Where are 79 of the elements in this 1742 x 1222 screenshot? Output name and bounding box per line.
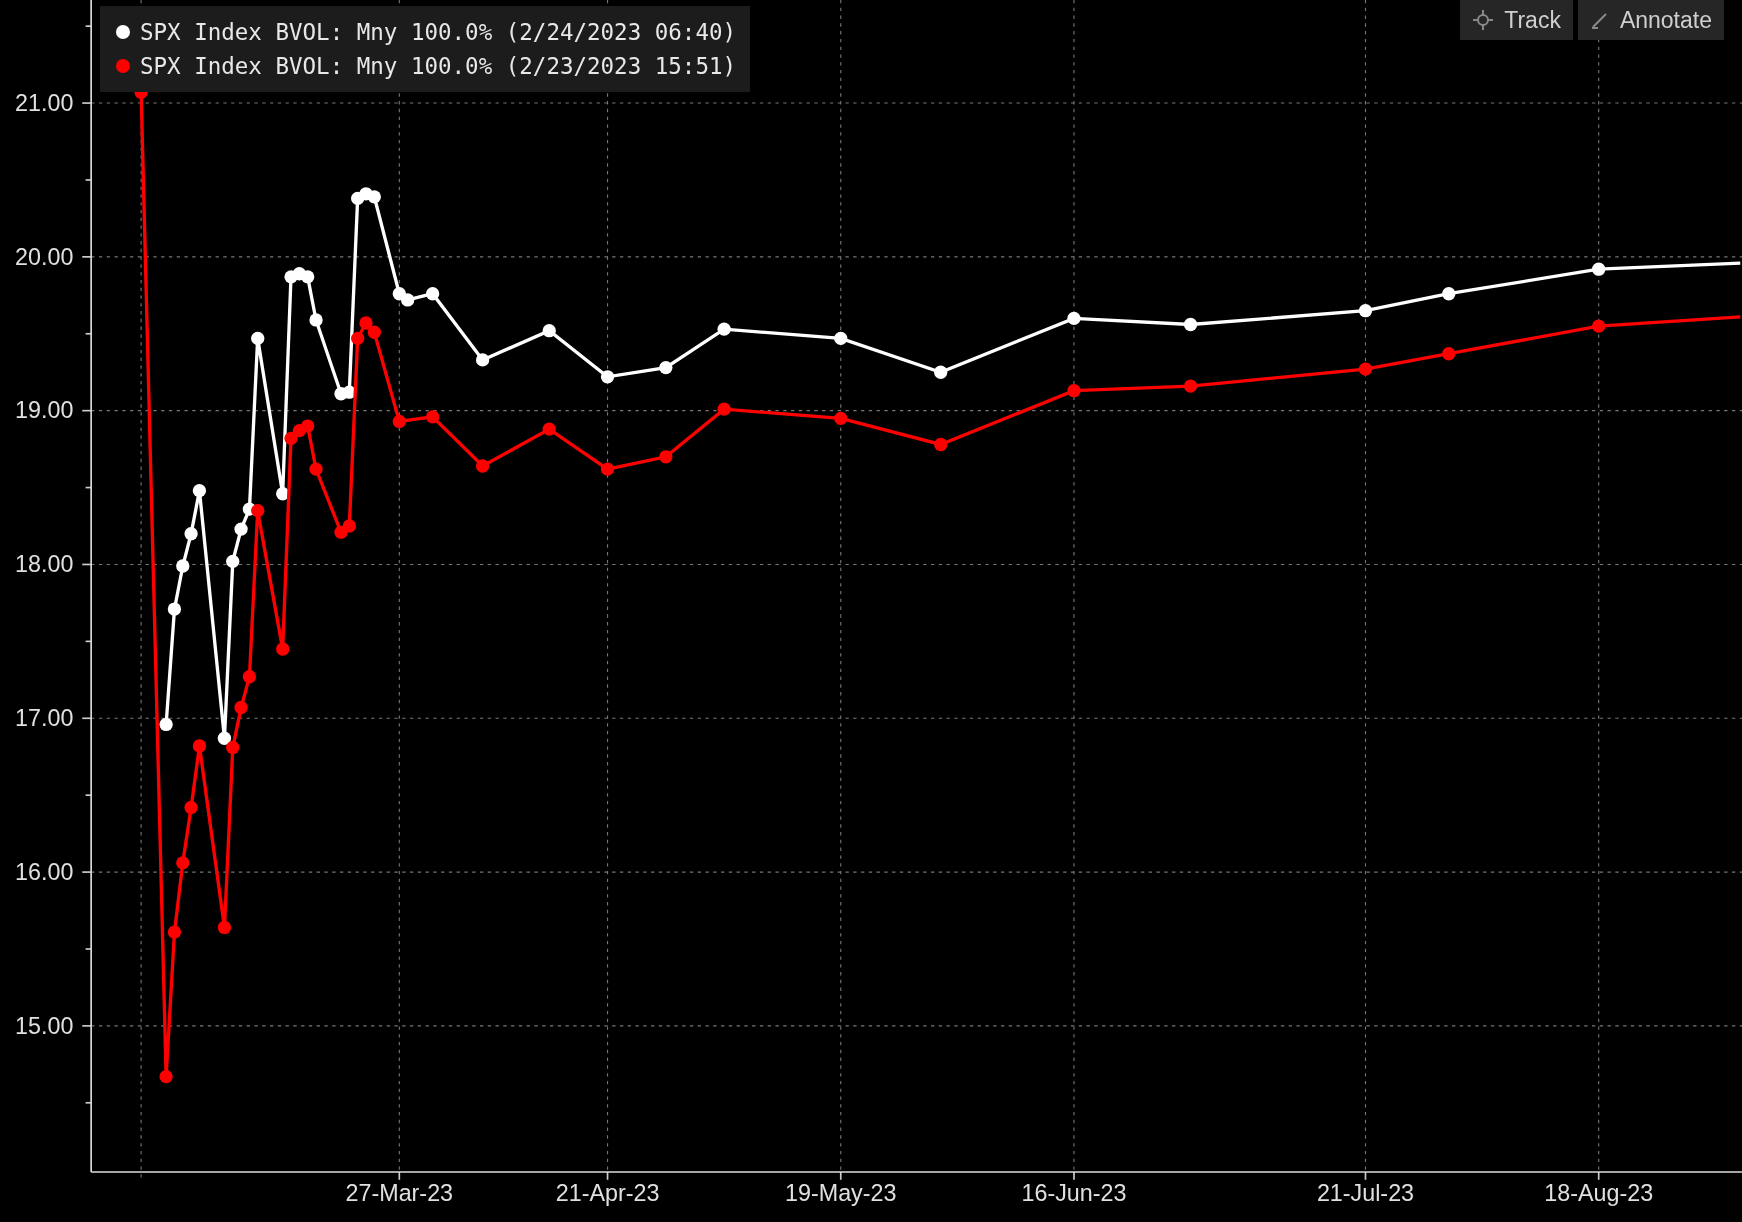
data-point (1183, 317, 1198, 332)
data-point (934, 365, 948, 379)
data-point (226, 554, 240, 569)
data-point (176, 559, 190, 573)
data-point (284, 431, 298, 445)
y-axis-label: 15.00 (15, 1012, 74, 1039)
data-point (359, 316, 373, 330)
data-point (251, 331, 265, 346)
data-point (934, 437, 948, 452)
data-point (367, 190, 381, 204)
legend-label: SPX Index BVOL: Mny 100.0% (2/23/2023 15:51) (140, 52, 737, 81)
data-point (425, 287, 440, 301)
data-point (1067, 311, 1081, 326)
data-point (309, 313, 323, 327)
data-point (600, 370, 615, 384)
data-point (301, 270, 315, 284)
data-point (1358, 362, 1373, 376)
data-point (159, 717, 173, 732)
data-point (1592, 319, 1606, 333)
pencil-icon (1589, 10, 1610, 30)
y-axis-label: 21.00 (15, 89, 74, 116)
data-point (392, 414, 406, 429)
data-point (475, 353, 490, 367)
track-button[interactable]: Track (1460, 0, 1573, 40)
y-axis-label: 20.00 (15, 243, 74, 270)
data-point (834, 331, 848, 346)
data-point (1067, 384, 1081, 398)
data-point (276, 642, 290, 656)
x-axis-label: 18-Aug-23 (1544, 1179, 1654, 1206)
data-point (600, 462, 615, 476)
data-point (159, 1070, 173, 1084)
annotate-button[interactable]: Annotate (1577, 0, 1724, 40)
y-axis-label: 16.00 (15, 858, 74, 885)
data-point (542, 324, 556, 338)
data-point (342, 519, 356, 533)
data-point (425, 410, 440, 424)
data-point (251, 503, 265, 518)
data-point (276, 487, 290, 501)
data-point (167, 925, 182, 939)
data-point (301, 419, 315, 433)
data-point (192, 484, 207, 498)
data-point (184, 800, 198, 815)
x-axis-label: 16-Jun-23 (1021, 1179, 1127, 1206)
crosshair-icon (1472, 9, 1495, 31)
data-point (309, 462, 323, 476)
data-point (475, 459, 490, 473)
data-point (192, 739, 207, 753)
data-point (1592, 262, 1606, 276)
x-axis-label: 27-Mar-23 (345, 1179, 454, 1206)
data-point (659, 450, 673, 464)
data-point (542, 422, 556, 436)
data-point (234, 522, 248, 536)
data-point (226, 740, 240, 755)
data-point (217, 920, 232, 935)
data-point (342, 385, 356, 399)
data-point (367, 325, 381, 339)
data-point (234, 700, 248, 715)
data-point (717, 402, 731, 416)
legend-label: SPX Index BVOL: Mny 100.0% (2/24/2023 06:40) (140, 18, 737, 47)
data-point (717, 322, 731, 336)
data-point (351, 331, 365, 346)
y-axis-label: 18.00 (15, 551, 74, 578)
data-point (659, 360, 673, 375)
data-point (176, 856, 190, 870)
x-axis-label: 21-Apr-23 (555, 1179, 660, 1206)
x-axis-label: 19-May-23 (785, 1179, 897, 1206)
y-axis-label: 19.00 (15, 397, 74, 424)
data-point (834, 411, 848, 425)
x-axis-label: 21-Jul-23 (1316, 1179, 1415, 1206)
data-point (1442, 287, 1456, 301)
data-point (1442, 347, 1456, 361)
y-axis-label: 17.00 (15, 705, 74, 732)
data-point (1358, 304, 1373, 318)
data-point (217, 731, 232, 745)
data-point (401, 293, 415, 307)
data-point (242, 670, 257, 684)
data-point (1183, 379, 1198, 393)
data-point (167, 602, 182, 616)
data-point (184, 527, 198, 541)
